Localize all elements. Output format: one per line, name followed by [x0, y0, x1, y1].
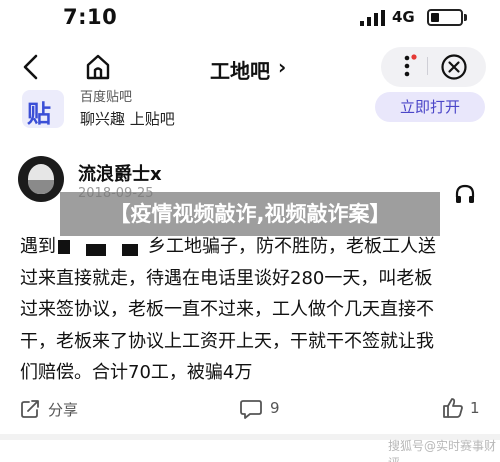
post-action-bar: 分享 9 1 — [0, 395, 500, 425]
tieba-logo-glyph: 贴 — [27, 100, 51, 128]
signal-icon — [360, 10, 385, 26]
share-button[interactable]: 分享 — [48, 399, 78, 420]
post-line-3: 过来签协议，老板一直不过来，工人做个几天直接不 — [20, 299, 434, 320]
comment-count: 9 — [270, 399, 280, 417]
battery-icon — [427, 9, 463, 26]
headphones-icon[interactable] — [453, 182, 477, 206]
tieba-logo-icon: 贴 — [22, 90, 64, 128]
post-line-1-start: 遇到 — [20, 236, 56, 257]
thumbs-up-icon[interactable] — [442, 397, 464, 419]
like-count: 1 — [470, 399, 480, 417]
more-icon[interactable] — [396, 53, 418, 79]
share-icon[interactable] — [20, 399, 40, 419]
chevron-right-icon[interactable]: › — [278, 55, 286, 79]
redaction-mark — [86, 244, 106, 256]
open-app-button[interactable]: 立即打开 — [375, 92, 485, 122]
headline-overlay-text: 【疫情视频敲诈,视频敲诈案】 — [109, 202, 391, 226]
headline-overlay: 【疫情视频敲诈,视频敲诈案】 — [60, 192, 440, 236]
home-icon[interactable] — [84, 52, 112, 82]
post-author[interactable]: 流浪爵士x — [78, 160, 162, 186]
capsule-divider — [427, 57, 428, 75]
back-icon[interactable] — [18, 52, 44, 82]
post-line-2: 过来直接就走，待遇在电话里谈好280一天，叫老板 — [20, 267, 433, 289]
promo-app-name: 百度贴吧 — [80, 90, 133, 105]
battery-tip — [464, 14, 467, 21]
redaction-mark — [122, 244, 138, 256]
redaction-mark — [58, 240, 70, 254]
network-type: 4G — [392, 8, 415, 26]
promo-slogan: 聊兴趣 上贴吧 — [80, 110, 175, 128]
nav-bar: 工地吧 › — [0, 44, 500, 92]
avatar-shade — [28, 180, 54, 194]
comment-icon[interactable] — [240, 399, 262, 419]
forum-title[interactable]: 工地吧 — [210, 55, 270, 84]
status-bar: 7:10 4G — [0, 0, 500, 36]
post-line-1-end: 乡工地骗子，防不胜防，老板工人送 — [148, 236, 436, 257]
status-time: 7:10 — [63, 5, 118, 29]
post-line-4: 干，老板来了协议上工资开上天，干就干不签就让我 — [20, 330, 434, 352]
user-avatar[interactable] — [18, 156, 64, 202]
battery-level — [431, 13, 439, 22]
close-icon[interactable] — [440, 53, 468, 81]
post-line-5: 们赔偿。合计70工，被骗4万 — [20, 362, 253, 383]
source-watermark: 搜狐号@实时赛事财评 — [388, 439, 497, 462]
